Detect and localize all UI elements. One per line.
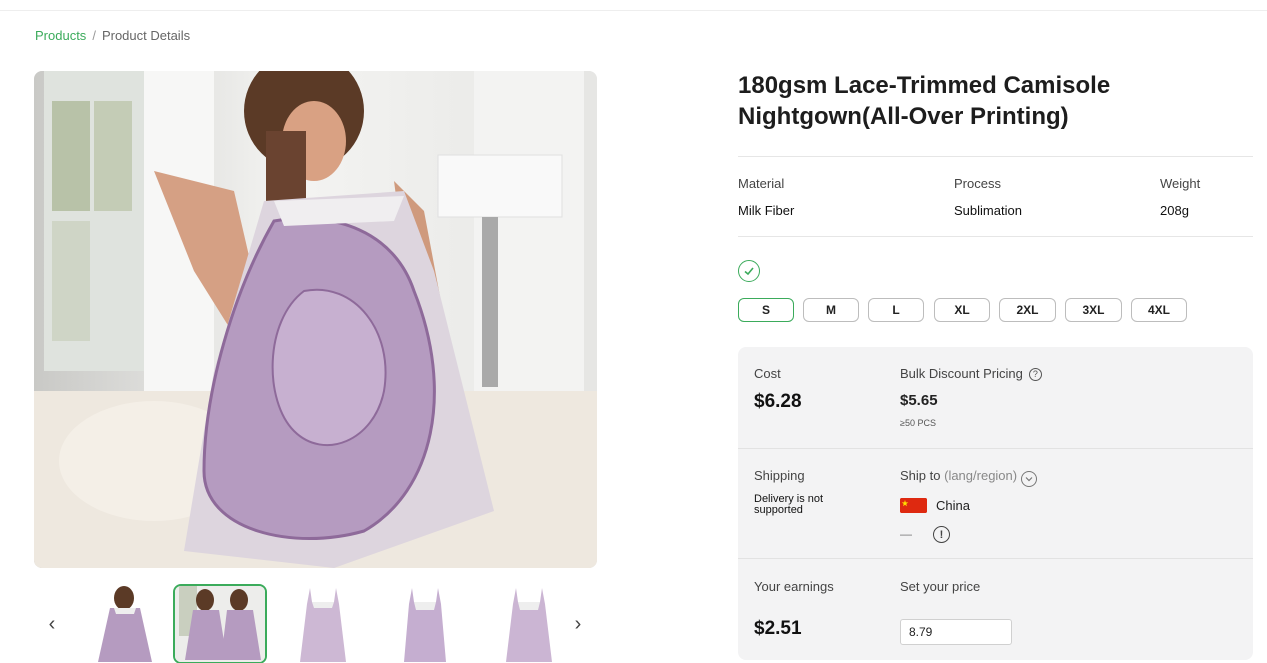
size-option-l[interactable]: L bbox=[868, 298, 924, 322]
panel-divider bbox=[738, 558, 1253, 559]
earnings-value: $2.51 bbox=[754, 618, 802, 639]
set-price-input[interactable] bbox=[900, 619, 1012, 645]
size-option-2xl[interactable]: 2XL bbox=[999, 298, 1056, 322]
thumbnail-dress-flat-icon bbox=[276, 584, 370, 663]
size-option-m[interactable]: M bbox=[803, 298, 859, 322]
ship-to-label: Ship to bbox=[900, 468, 941, 483]
chevron-right-icon: › bbox=[574, 612, 582, 635]
size-option-4xl[interactable]: 4XL bbox=[1131, 298, 1187, 322]
process-label: Process bbox=[954, 176, 1001, 191]
thumbnail-dress-flat-icon bbox=[378, 584, 472, 663]
set-price-label: Set your price bbox=[900, 579, 981, 594]
breadcrumb-separator: / bbox=[92, 28, 96, 43]
thumbnail[interactable] bbox=[378, 584, 472, 663]
breadcrumb-products-link[interactable]: Products bbox=[35, 28, 86, 43]
bulk-discount-label: Bulk Discount Pricing? bbox=[900, 366, 1042, 381]
thumbnail-dress-flat-icon bbox=[482, 584, 576, 663]
shipping-note: Delivery is not supported bbox=[754, 493, 824, 516]
material-value: Milk Fiber bbox=[738, 203, 795, 218]
thumbnail-active[interactable] bbox=[173, 584, 267, 663]
china-flag-icon bbox=[900, 498, 927, 513]
chevron-left-icon: ‹ bbox=[48, 612, 56, 635]
thumbnail-dress-model-icon bbox=[80, 584, 174, 663]
ship-to-hint: (lang/region) bbox=[944, 468, 1018, 483]
material-label: Material bbox=[738, 176, 785, 191]
thumbnail[interactable] bbox=[482, 584, 576, 663]
breadcrumb-current: Product Details bbox=[101, 28, 191, 43]
product-title: 180gsm Lace-Trimmed Camisole Nightgown(A… bbox=[738, 72, 1111, 130]
check-icon[interactable] bbox=[738, 260, 760, 282]
cost-label: Cost bbox=[754, 366, 781, 381]
ship-to-selector[interactable]: Ship to (lang/region) bbox=[900, 468, 1038, 487]
weight-label: Weight bbox=[1160, 176, 1201, 191]
thumbnail-dress-model-icon bbox=[175, 586, 265, 662]
panel-divider bbox=[738, 448, 1253, 449]
product-photo-icon bbox=[34, 71, 597, 568]
cost-value: $6.28 bbox=[754, 391, 802, 412]
size-option-3xl[interactable]: 3XL bbox=[1065, 298, 1122, 322]
bulk-price-value: $5.65 bbox=[900, 392, 938, 409]
divider bbox=[738, 156, 1253, 157]
bulk-discount-text: Bulk Discount Pricing bbox=[900, 366, 1023, 381]
main-product-image bbox=[34, 71, 597, 568]
info-exclamation-icon[interactable]: ! bbox=[933, 526, 950, 543]
help-icon[interactable]: ? bbox=[1028, 367, 1042, 381]
size-option-xl[interactable]: XL bbox=[934, 298, 990, 322]
chevron-down-icon[interactable] bbox=[1021, 471, 1038, 487]
country-name: China bbox=[936, 498, 970, 513]
size-option-s[interactable]: S bbox=[738, 298, 794, 322]
thumbnail[interactable] bbox=[276, 584, 370, 663]
shipping-cost-placeholder: — bbox=[900, 527, 912, 541]
thumbnail-prev-arrow[interactable]: ‹ bbox=[40, 606, 64, 642]
weight-value: 208g bbox=[1160, 203, 1189, 218]
thumbnail-next-arrow[interactable]: › bbox=[566, 606, 590, 642]
header-divider bbox=[0, 10, 1267, 11]
divider bbox=[738, 236, 1253, 237]
bulk-min-quantity: ≥50 PCS bbox=[900, 418, 936, 428]
shipping-label: Shipping bbox=[754, 468, 805, 483]
process-value: Sublimation bbox=[954, 203, 1022, 218]
thumbnail[interactable] bbox=[80, 584, 174, 663]
earnings-label: Your earnings bbox=[754, 579, 834, 594]
breadcrumb: Products / Product Details bbox=[35, 28, 190, 43]
